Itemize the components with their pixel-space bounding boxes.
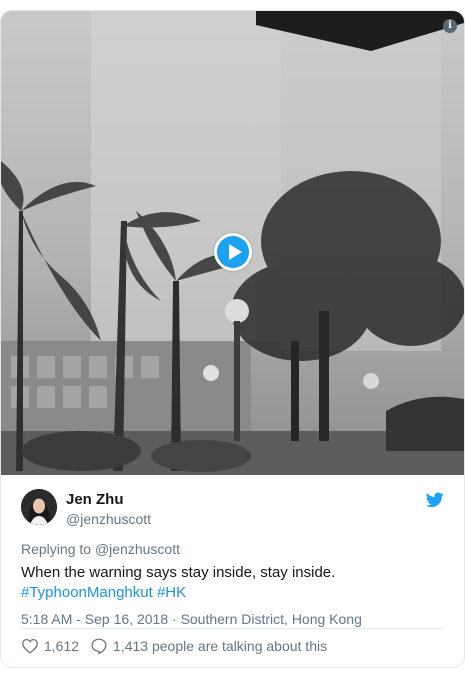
reply-to-link[interactable]: @jenzhuscott — [95, 541, 180, 557]
reply-prefix: Replying to — [21, 541, 92, 557]
speech-bubble-icon — [91, 638, 107, 655]
hashtag-link[interactable]: #HK — [157, 584, 186, 601]
play-button[interactable] — [214, 233, 252, 271]
meta-separator: · — [172, 611, 177, 627]
play-icon — [217, 236, 249, 268]
tweet-card: i Jen Zhu @jenzhuscott Replying to @jenz… — [0, 10, 465, 668]
reply-context: Replying to @jenzhuscott — [21, 541, 180, 557]
divider — [21, 628, 444, 629]
video-thumbnail[interactable]: i — [1, 11, 464, 475]
author-name[interactable]: Jen Zhu — [66, 491, 124, 508]
avatar[interactable] — [21, 489, 57, 525]
avatar-image — [21, 489, 57, 525]
talking-count: 1,413 people are talking about this — [113, 638, 328, 654]
like-count: 1,612 — [44, 638, 80, 654]
tweet-actions: 1,612 1,413 people are talking about thi… — [21, 637, 327, 655]
conversation-button[interactable]: 1,413 people are talking about this — [90, 637, 327, 655]
location-link[interactable]: Southern District, Hong Kong — [181, 611, 362, 627]
author-handle[interactable]: @jenzhuscott — [66, 511, 151, 527]
tweet-text-line: When the warning says stay inside, stay … — [21, 564, 336, 581]
twitter-bird-icon[interactable] — [426, 492, 444, 508]
timestamp-link[interactable]: 5:18 AM - Sep 16, 2018 — [21, 611, 168, 627]
info-icon[interactable]: i — [443, 19, 457, 33]
tweet-meta: 5:18 AM - Sep 16, 2018 · Southern Distri… — [21, 611, 362, 627]
like-button[interactable]: 1,612 — [21, 638, 79, 654]
heart-icon — [22, 638, 38, 654]
hashtag-link[interactable]: #TyphoonManghkut — [21, 584, 153, 601]
tweet-text: When the warning says stay inside, stay … — [21, 563, 441, 603]
